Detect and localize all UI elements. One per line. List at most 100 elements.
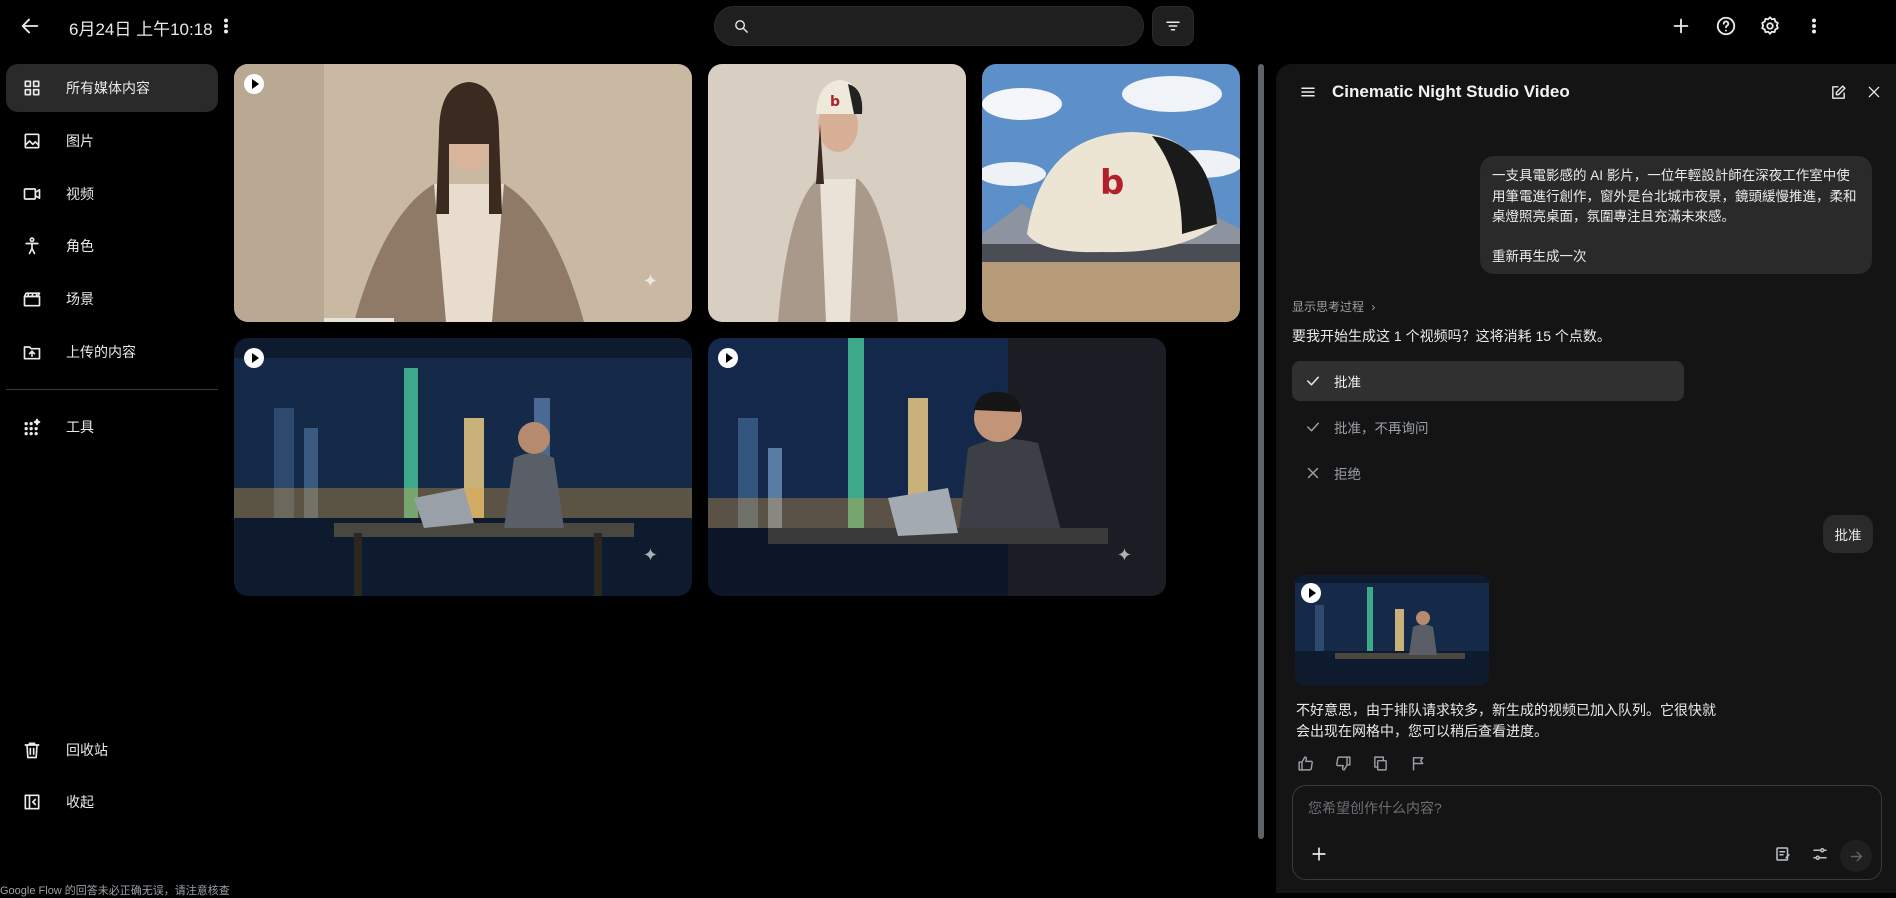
project-date: 6月24日 上午10:18 — [69, 20, 213, 39]
approve-always-option[interactable]: 批准，不再询问 — [1292, 407, 1684, 447]
settings-button[interactable] — [1753, 10, 1787, 42]
media-tile-image[interactable]: b — [982, 64, 1240, 322]
edit-icon[interactable] — [1826, 80, 1850, 104]
prompt-input[interactable] — [1308, 800, 1848, 816]
sidebar-divider — [6, 389, 218, 390]
send-button[interactable] — [1840, 840, 1872, 872]
plus-icon — [1312, 847, 1326, 861]
play-icon — [244, 74, 264, 94]
sidebar-item-label: 视频 — [66, 186, 94, 202]
plus-icon — [1673, 18, 1689, 34]
sidebar-item-characters[interactable]: 角色 — [6, 222, 218, 270]
filter-icon — [1166, 21, 1180, 31]
arrow-right-icon — [1850, 851, 1862, 861]
user-message-bubble: 一支具電影感的 AI 影片，一位年輕設計師在深夜工作室中使用筆電進行創作，窗外是… — [1480, 156, 1872, 274]
play-icon — [244, 348, 264, 368]
show-thinking-link[interactable]: 显示思考过程 › — [1292, 298, 1375, 315]
svg-text:b: b — [830, 94, 840, 110]
sidebar-item-label: 上传的内容 — [66, 344, 136, 360]
sidebar-item-label: 角色 — [66, 238, 94, 254]
assistant-message: 不好意思，由于排队请求较多，新生成的视频已加入队列。它很快就会出现在网格中，您可… — [1296, 702, 1716, 739]
flag-icon[interactable] — [1406, 751, 1430, 775]
tools-icon — [20, 417, 44, 437]
collapse-icon — [20, 792, 44, 812]
back-arrow-icon[interactable] — [14, 12, 46, 40]
close-icon[interactable] — [1862, 80, 1886, 104]
sparkle-icon: ✦ — [642, 271, 658, 291]
option-label: 批准，不再询问 — [1334, 421, 1429, 436]
more-vert-icon — [1811, 18, 1817, 34]
more-vert-icon[interactable] — [214, 12, 238, 40]
close-icon — [1304, 464, 1322, 482]
thumbnail-cap-on-road: b — [982, 64, 1240, 322]
show-thinking-label: 显示思考过程 — [1292, 300, 1365, 314]
user-message-text-2: 重新再生成一次 — [1492, 248, 1587, 264]
sidebar-item-uploads[interactable]: 上传的内容 — [6, 328, 218, 376]
chat-title: Cinematic Night Studio Video — [1332, 82, 1570, 101]
user-message-text: 一支具電影感的 AI 影片，一位年輕設計師在深夜工作室中使用筆電進行創作，窗外是… — [1492, 168, 1857, 224]
check-icon — [1304, 372, 1322, 390]
disclaimer-text: Google Flow 的回答未必正确无误，请注意核查 — [0, 885, 230, 897]
sidebar-item-label: 图片 — [66, 133, 94, 149]
upload-icon — [20, 342, 44, 362]
thumbnail-man-laptop-night — [1295, 575, 1489, 685]
chevron-right-icon: › — [1371, 300, 1376, 314]
prompt-template-icon[interactable] — [1771, 842, 1795, 866]
play-icon — [1301, 583, 1321, 603]
thumbnail-woman-cap: b — [708, 64, 966, 322]
sidebar-item-label: 所有媒体内容 — [66, 80, 150, 96]
gear-icon — [1761, 16, 1779, 35]
sidebar-item-label: 回收站 — [66, 742, 108, 758]
user-reply-bubble: 批准 — [1823, 515, 1873, 553]
sidebar-item-tools[interactable]: 工具 — [6, 403, 218, 451]
svg-text:b: b — [1100, 163, 1124, 203]
grid-icon — [20, 78, 44, 98]
play-icon — [718, 348, 738, 368]
sparkle-icon: ✦ — [1116, 545, 1132, 565]
clapperboard-icon — [20, 289, 44, 309]
media-tile-image[interactable]: b — [708, 64, 966, 322]
sidebar-item-images[interactable]: 图片 — [6, 117, 218, 165]
media-tile-video[interactable]: ✦ — [234, 338, 692, 596]
video-icon — [20, 184, 44, 204]
search-bar[interactable] — [714, 6, 1144, 46]
trash-icon — [20, 740, 44, 760]
search-input[interactable] — [762, 17, 1122, 35]
image-icon — [20, 131, 44, 151]
sidebar-item-collapse[interactable]: 收起 — [6, 778, 218, 826]
add-button[interactable] — [1664, 10, 1698, 42]
option-label: 批准 — [1334, 375, 1361, 390]
thumbnail-man-laptop-night — [234, 338, 692, 596]
menu-icon[interactable] — [1296, 80, 1320, 104]
thumbnail-woman-cardigan — [234, 64, 692, 322]
sidebar-item-scenes[interactable]: 场景 — [6, 275, 218, 323]
option-label: 拒绝 — [1334, 467, 1361, 482]
media-tile-video[interactable]: ✦ — [234, 64, 692, 322]
thumbs-down-icon[interactable] — [1331, 751, 1355, 775]
thumbnail-man-laptop-night-2 — [708, 338, 1166, 596]
add-attachment-button[interactable] — [1305, 840, 1333, 868]
sidebar-item-label: 收起 — [66, 794, 94, 810]
reject-option[interactable]: 拒绝 — [1292, 453, 1684, 493]
sidebar-item-videos[interactable]: 视频 — [6, 170, 218, 218]
tune-settings-icon[interactable] — [1808, 842, 1832, 866]
approve-option[interactable]: 批准 — [1292, 361, 1684, 401]
person-icon — [20, 236, 44, 256]
help-icon — [1716, 16, 1736, 36]
filter-button[interactable] — [1152, 6, 1194, 46]
generated-video-thumbnail[interactable] — [1295, 575, 1489, 685]
check-icon — [1304, 418, 1322, 436]
sidebar-item-label: 场景 — [66, 291, 94, 307]
sidebar-item-all-media[interactable]: 所有媒体内容 — [6, 64, 218, 112]
sidebar-item-trash[interactable]: 回收站 — [6, 726, 218, 774]
sidebar-item-label: 工具 — [66, 419, 94, 435]
thumbs-up-icon[interactable] — [1293, 751, 1317, 775]
copy-icon[interactable] — [1368, 751, 1392, 775]
assistant-question: 要我开始生成这 1 个视频吗？这将消耗 15 个点数。 — [1292, 328, 1611, 344]
more-menu-button[interactable] — [1797, 10, 1831, 42]
media-tile-video[interactable]: ✦ — [708, 338, 1166, 596]
search-icon — [733, 18, 750, 35]
help-button[interactable] — [1709, 10, 1743, 42]
gallery-scrollbar[interactable] — [1258, 64, 1264, 839]
sparkle-icon: ✦ — [642, 545, 658, 565]
